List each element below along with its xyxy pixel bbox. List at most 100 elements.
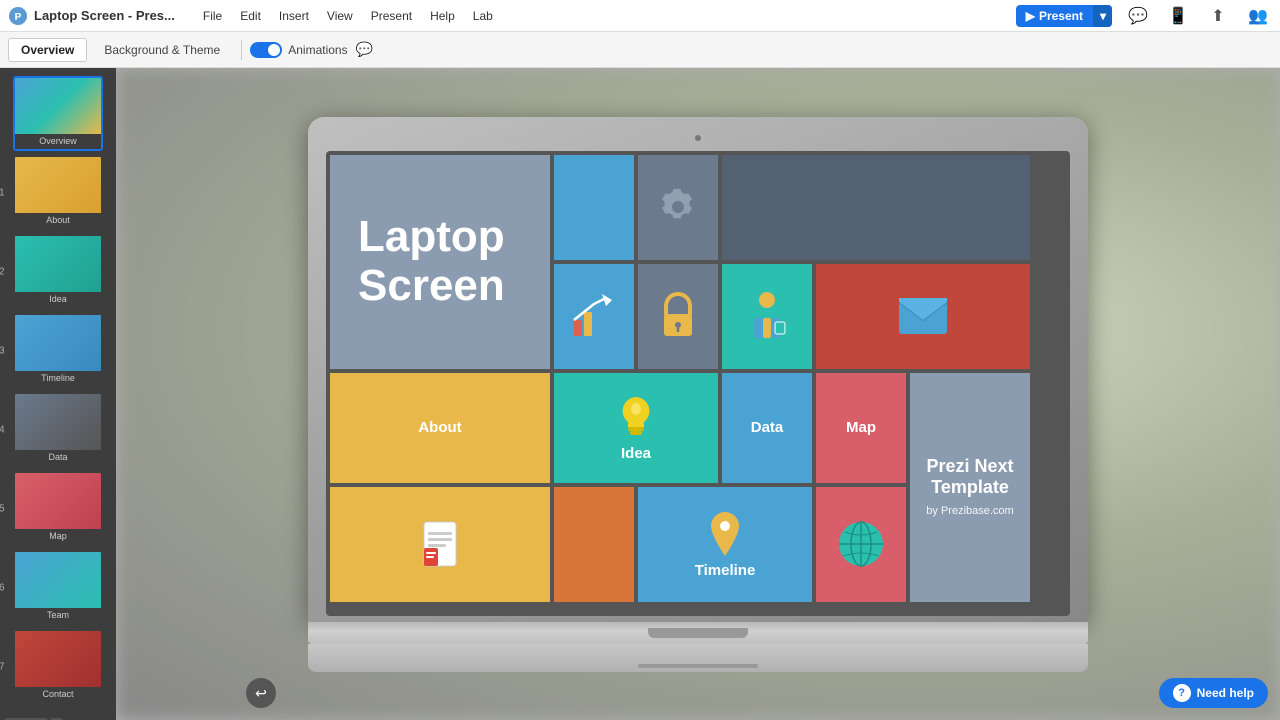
tile-timeline[interactable]: Timeline <box>638 487 812 602</box>
tile-about[interactable]: About <box>330 373 550 483</box>
slide-number-3: 3 <box>0 345 5 356</box>
slide-number-2: 2 <box>0 266 5 277</box>
slides-panel: Overview 1 About 2 Idea 3 Timeline <box>0 68 116 720</box>
animations-label: Animations <box>288 43 347 57</box>
tile-mail[interactable] <box>816 264 1030 369</box>
tile-data[interactable]: Data <box>722 373 812 483</box>
slide-number-1: 1 <box>0 187 5 198</box>
slide-preview-contact <box>15 631 101 687</box>
slide-wrapper-team: 6 Team <box>13 550 103 625</box>
slide-number-7: 7 <box>0 661 5 672</box>
prezi-subtitle: by Prezibase.com <box>926 505 1013 518</box>
main-area: Overview 1 About 2 Idea 3 Timeline <box>0 68 1280 720</box>
tile-globe[interactable] <box>816 487 906 602</box>
users-icon[interactable]: 👥 <box>1244 2 1272 30</box>
tile-idea[interactable]: Idea <box>554 373 718 483</box>
bulb-icon <box>614 393 658 445</box>
slide-label-contact: Contact <box>15 687 101 702</box>
tile-timeline-label: Timeline <box>695 562 756 579</box>
present-button-label: ▶ Present <box>1016 5 1093 27</box>
svg-text:P: P <box>15 12 22 23</box>
tile-map[interactable]: Map <box>816 373 906 483</box>
tile-idea-label: Idea <box>621 445 651 462</box>
gear-icon <box>654 183 702 231</box>
tile-orange[interactable] <box>554 487 634 602</box>
slide-wrapper-idea: 2 Idea <box>13 234 103 309</box>
slide-label-idea: Idea <box>15 292 101 307</box>
slide-thumb-team[interactable]: Team <box>13 550 103 625</box>
laptop-frame: LaptopScreen <box>308 117 1088 672</box>
animations-toggle[interactable]: Animations <box>250 42 347 58</box>
slide-label-timeline: Timeline <box>15 371 101 386</box>
tab-background-theme[interactable]: Background & Theme <box>91 38 233 62</box>
slide-number-6: 6 <box>0 582 5 593</box>
slide-thumb-map[interactable]: Map <box>13 471 103 546</box>
menu-insert[interactable]: Insert <box>271 7 317 25</box>
slide-preview-data <box>15 394 101 450</box>
share-icon[interactable]: ⬆ <box>1204 2 1232 30</box>
tile-doc[interactable] <box>330 487 550 602</box>
slide-thumb-contact[interactable]: Contact <box>13 629 103 704</box>
person-icon <box>745 290 789 342</box>
pin-icon <box>705 510 745 562</box>
slide-wrapper-overview: Overview <box>13 76 103 151</box>
laptop-base <box>308 622 1088 644</box>
present-dropdown-arrow[interactable]: ▾ <box>1093 5 1112 27</box>
prezi-title: Prezi Next Template <box>922 456 1018 499</box>
slide-preview-overview <box>15 78 101 134</box>
menu-help[interactable]: Help <box>422 7 463 25</box>
slide-preview-map <box>15 473 101 529</box>
lock-icon <box>658 292 698 340</box>
menu-view[interactable]: View <box>319 7 361 25</box>
menu-lab[interactable]: Lab <box>465 7 501 25</box>
laptop-bottom <box>308 644 1088 672</box>
tile-blue-top[interactable] <box>554 155 634 260</box>
tile-prezi[interactable]: Prezi Next Template by Prezibase.com <box>910 373 1030 602</box>
slide-thumb-data[interactable]: Data <box>13 392 103 467</box>
slide-preview-timeline <box>15 315 101 371</box>
animations-switch[interactable] <box>250 42 282 58</box>
slide-thumb-timeline[interactable]: Timeline <box>13 313 103 388</box>
tile-gear[interactable] <box>638 155 718 260</box>
tile-chart[interactable] <box>554 264 634 369</box>
app-logo: P Laptop Screen - Pres... <box>8 6 175 26</box>
slide-label-map: Map <box>15 529 101 544</box>
presentation-grid: LaptopScreen <box>326 151 1070 616</box>
tile-person[interactable] <box>722 264 812 369</box>
present-button[interactable]: ▶ Present ▾ <box>1016 5 1112 27</box>
toolbar-comment-icon[interactable]: 💬 <box>356 41 373 58</box>
menu-present[interactable]: Present <box>363 7 420 25</box>
topbar: P Laptop Screen - Pres... File Edit Inse… <box>0 0 1280 32</box>
tile-dark-top[interactable] <box>722 155 1030 260</box>
slide-thumb-about[interactable]: About <box>13 155 103 230</box>
tile-lock[interactable] <box>638 264 718 369</box>
toolbar-divider <box>241 40 242 60</box>
tile-title[interactable]: LaptopScreen <box>330 155 550 369</box>
need-help-button[interactable]: ? Need help <box>1159 678 1268 708</box>
menu-file[interactable]: File <box>195 7 230 25</box>
laptop-hinge <box>648 628 748 638</box>
slide-thumb-idea[interactable]: Idea <box>13 234 103 309</box>
present-remote-icon[interactable]: 📱 <box>1164 2 1192 30</box>
slide-label-overview: Overview <box>15 134 101 149</box>
comments-icon[interactable]: 💬 <box>1124 2 1152 30</box>
mail-icon <box>897 296 949 336</box>
slide-label-team: Team <box>15 608 101 623</box>
tile-map-label: Map <box>846 419 876 436</box>
need-help-label: Need help <box>1197 686 1254 700</box>
slide-number-4: 4 <box>0 424 5 435</box>
back-arrow-button[interactable]: ↩ <box>246 678 276 708</box>
menu-edit[interactable]: Edit <box>232 7 269 25</box>
slide-thumb-overview[interactable]: Overview <box>13 76 103 151</box>
doc-icon <box>418 518 462 570</box>
app-title: Laptop Screen - Pres... <box>34 8 175 23</box>
menu-bar: File Edit Insert View Present Help Lab <box>195 7 501 25</box>
slide-label-data: Data <box>15 450 101 465</box>
prezi-logo-icon: P <box>8 6 28 26</box>
laptop-camera-bar <box>326 129 1070 147</box>
tile-data-label: Data <box>751 419 784 436</box>
tab-overview[interactable]: Overview <box>8 38 87 62</box>
slide-wrapper-contact: 7 Contact <box>13 629 103 704</box>
play-icon: ▶ <box>1026 9 1035 23</box>
laptop-screen: LaptopScreen <box>326 151 1070 616</box>
